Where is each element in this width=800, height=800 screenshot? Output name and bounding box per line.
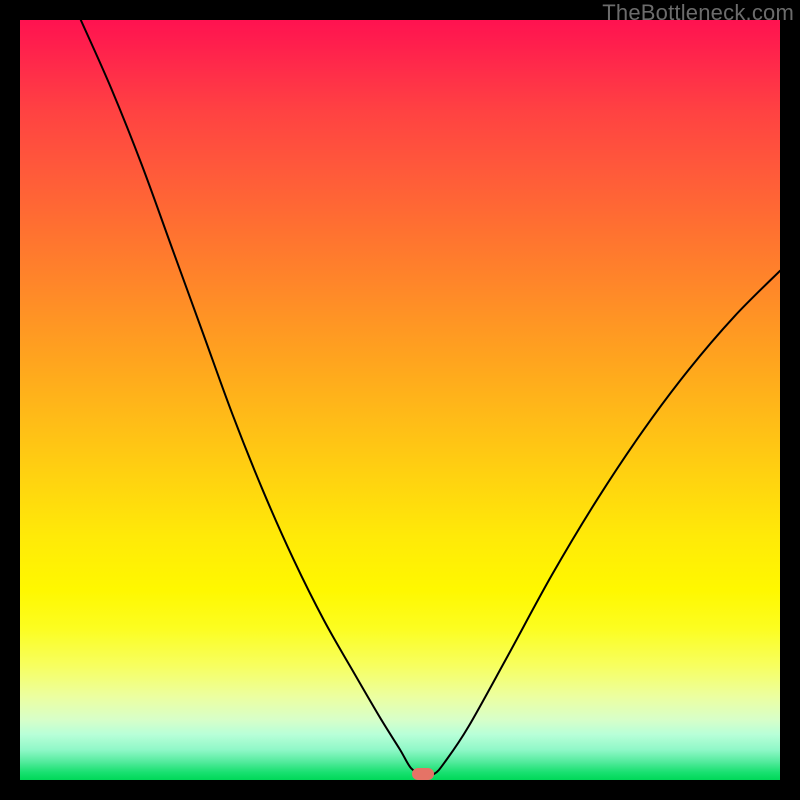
attribution-text: TheBottleneck.com — [602, 0, 794, 26]
bottleneck-curve — [20, 20, 780, 780]
plot-area — [20, 20, 780, 780]
optimum-marker — [412, 768, 434, 780]
